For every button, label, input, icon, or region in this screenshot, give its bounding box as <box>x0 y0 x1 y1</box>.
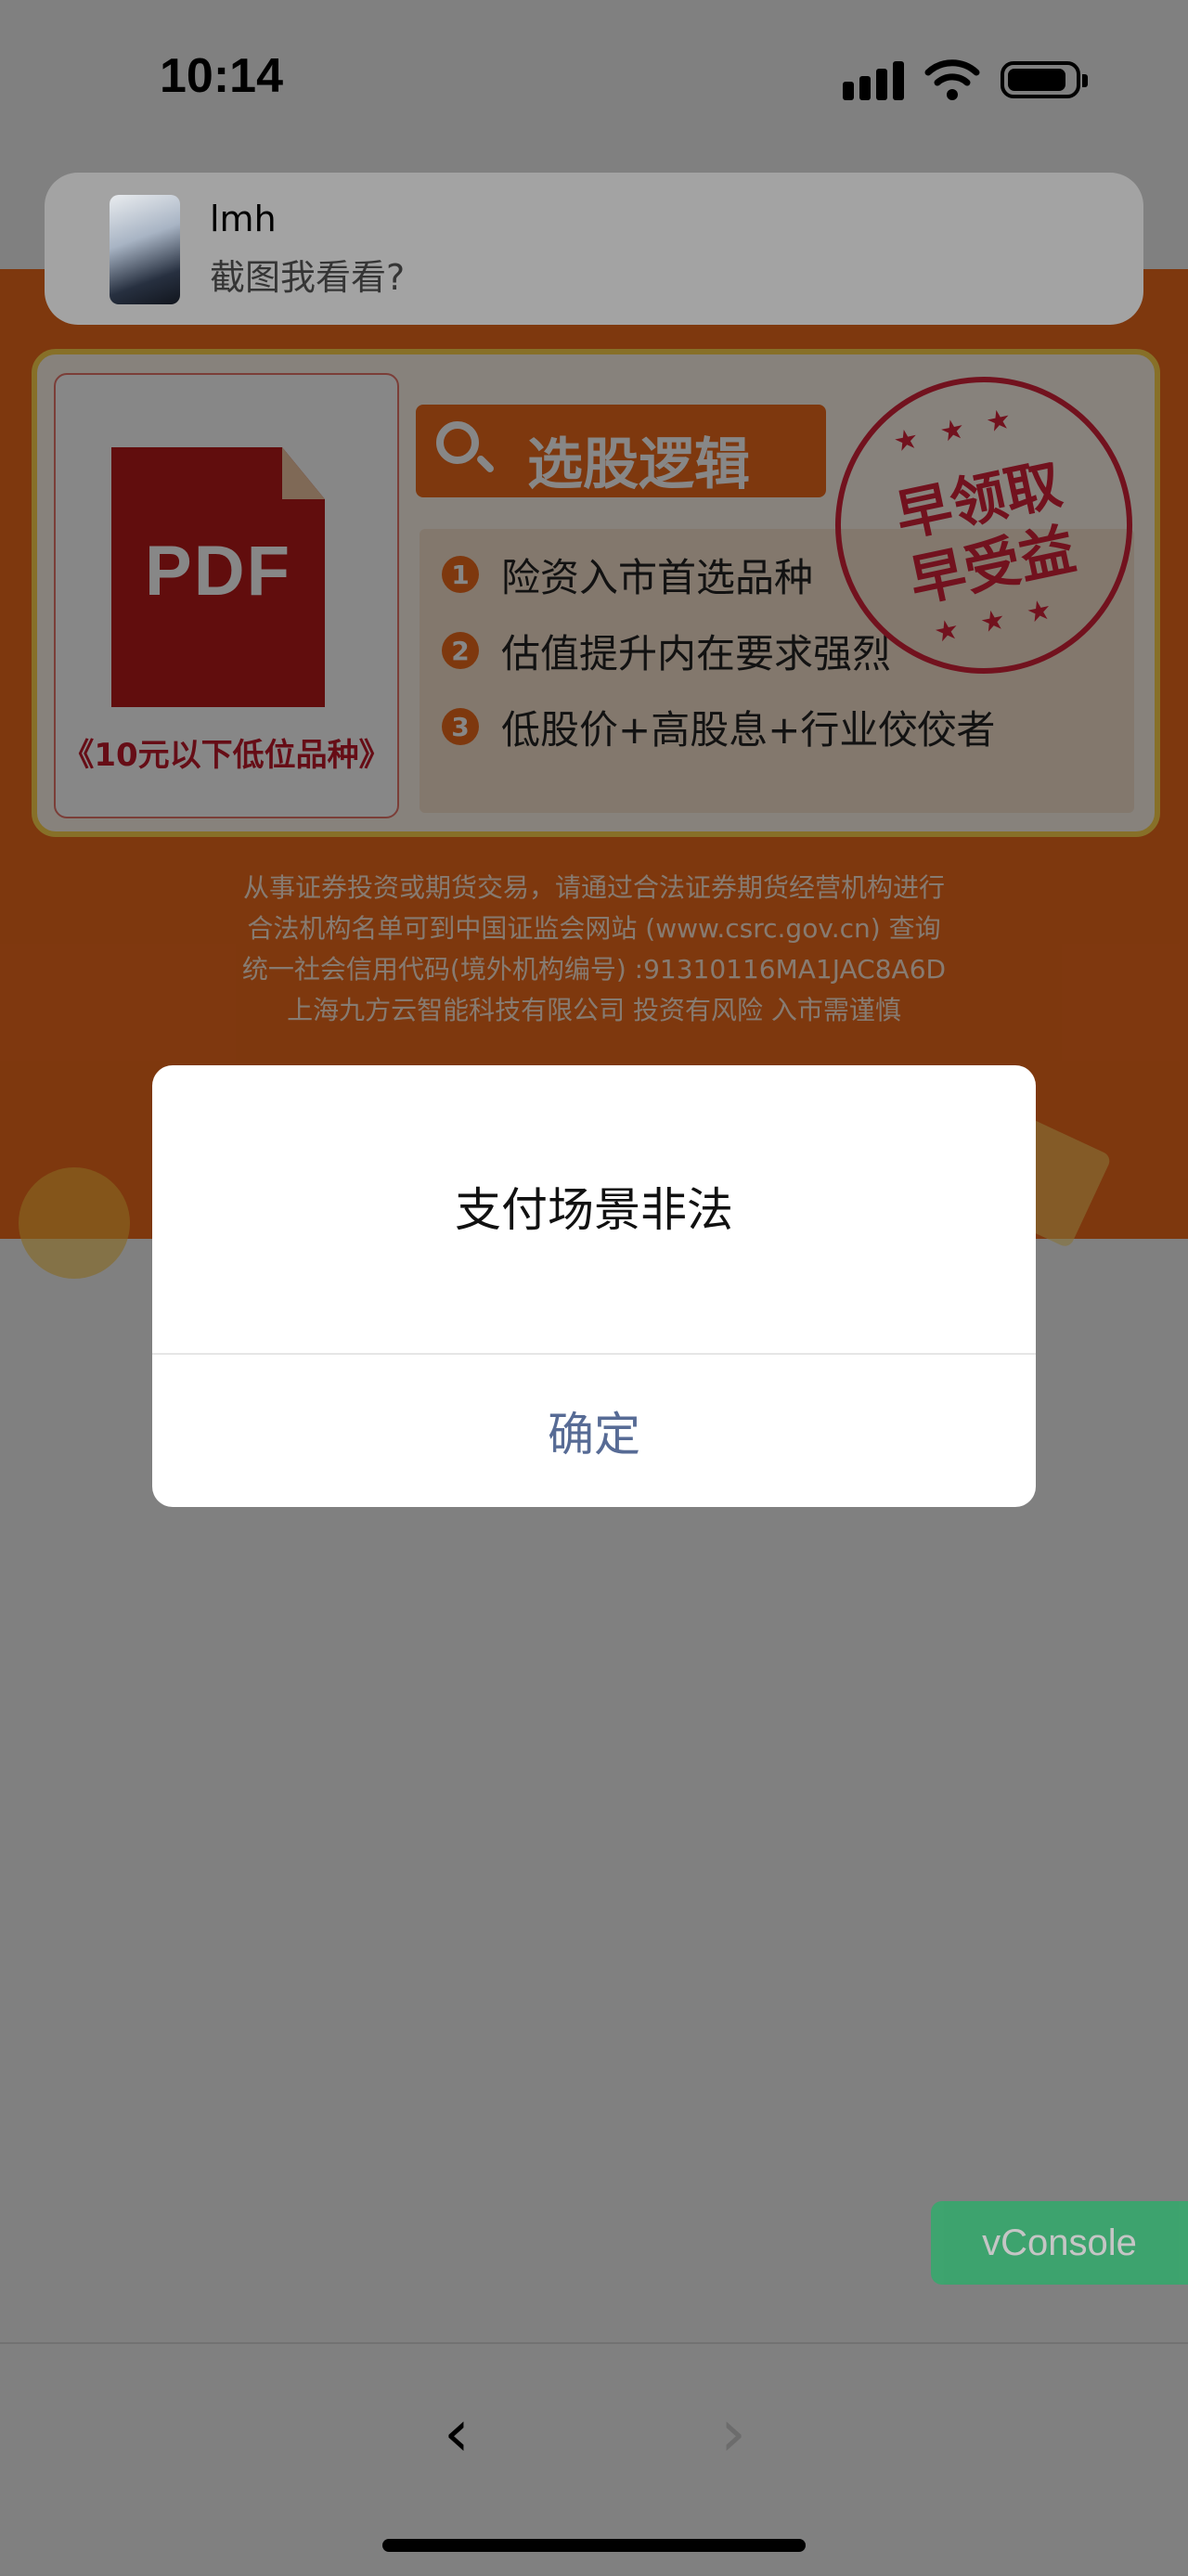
home-indicator[interactable] <box>382 2539 806 2552</box>
confirm-button[interactable]: 确定 <box>152 1355 1036 1507</box>
dialog-message: 支付场景非法 <box>455 1183 733 1237</box>
notification-message: 截图我看看? <box>210 257 406 298</box>
wifi-icon <box>924 59 980 100</box>
message-notification[interactable]: lmh 截图我看看? <box>45 173 1143 325</box>
battery-icon <box>1001 61 1088 98</box>
cellular-signal-icon <box>843 61 904 100</box>
forward-icon[interactable]: › <box>705 2395 761 2471</box>
notification-sender: lmh <box>210 199 277 239</box>
status-time: 10:14 <box>160 49 283 103</box>
alert-dialog: 支付场景非法 确定 <box>152 1065 1036 1507</box>
vconsole-button[interactable]: vConsole <box>931 2201 1188 2285</box>
avatar <box>110 195 180 304</box>
browser-toolbar: ‹ › <box>0 2342 1188 2576</box>
back-icon[interactable]: ‹ <box>429 2395 484 2471</box>
